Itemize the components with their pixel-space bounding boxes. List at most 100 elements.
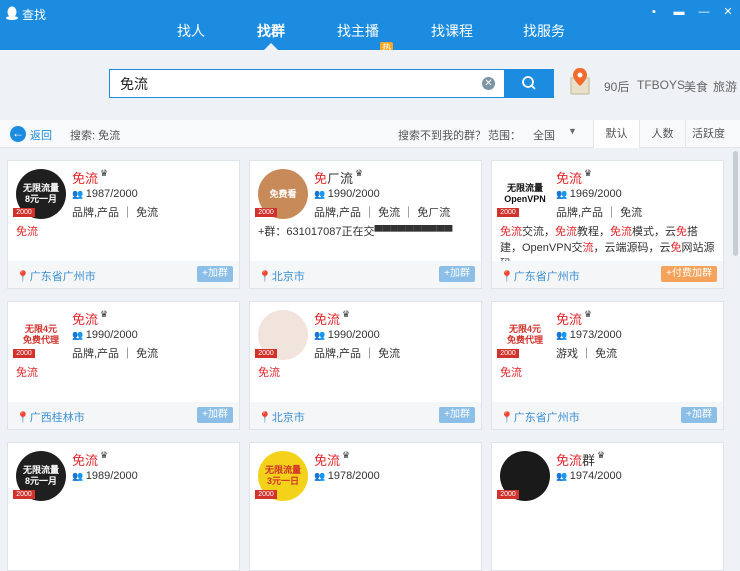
group-location: 📍北京市 <box>258 271 305 283</box>
hot-keyword[interactable]: 90后 <box>604 78 629 95</box>
join-group-button[interactable]: +加群 <box>681 407 717 423</box>
group-name-rest: ㄏ流 <box>327 171 354 186</box>
group-name[interactable]: 免流 ♛ <box>556 309 592 328</box>
member-count: 👥 1989/2000 <box>72 470 138 482</box>
group-card[interactable]: 无限流量 OpenVPN 2000 免流 ♛ 👥 1969/2000 品牌,产品 ｜ 免流… <box>491 160 724 289</box>
join-group-button[interactable]: +加群 <box>197 266 233 282</box>
clear-icon[interactable]: ✕ <box>482 77 495 90</box>
group-card[interactable]: 2000 免流 ♛ 👥 1990/2000 品牌,产品 ｜ 免流 免流 📍北京市 +加群 <box>249 301 482 430</box>
group-level-badge: 2000 <box>13 208 35 217</box>
crown-icon: ♛ <box>100 450 109 460</box>
back-link[interactable]: 返回 <box>30 127 52 143</box>
join-group-button[interactable]: +加群 <box>439 266 475 282</box>
crown-icon: ♛ <box>342 309 351 319</box>
group-level-badge: 2000 <box>255 349 277 358</box>
description-text: 免流 <box>500 226 522 238</box>
members-icon: 👥 <box>72 330 86 340</box>
description-text: 免流 <box>258 367 280 379</box>
group-location: 📍北京市 <box>258 412 305 424</box>
group-name-highlight: 免流 <box>72 453 99 468</box>
group-name[interactable]: 免流 ♛ <box>72 450 108 469</box>
group-description: 免流 <box>500 365 716 381</box>
card-footer: 📍广西桂林市 +加群 <box>8 402 239 429</box>
paid-join-button[interactable]: +付费加群 <box>661 266 717 282</box>
description-text: 教程， <box>577 226 610 238</box>
group-tags: 品牌,产品 ｜ 免流 ｜ 免ㄏ流 <box>314 207 451 219</box>
group-location: 📍广东省广州市 <box>16 271 96 283</box>
group-location: 📍广西桂林市 <box>16 412 85 424</box>
group-name[interactable]: 免流 ♛ <box>314 309 350 328</box>
group-card[interactable]: 2000 免流群 ♛ 👥 1974/2000 <box>491 442 724 571</box>
group-name[interactable]: 免流 ♛ <box>72 309 108 328</box>
tab-find-services[interactable]: 找服务 <box>523 20 565 50</box>
group-level-badge: 2000 <box>497 208 519 217</box>
not-found-link[interactable]: 搜索不到我的群？ <box>398 127 486 143</box>
chevron-down-icon[interactable]: ▼ <box>568 126 577 136</box>
tab-find-groups[interactable]: 找群 <box>257 20 285 50</box>
card-footer: 📍广东省广州市 +加群 <box>8 261 239 288</box>
group-card[interactable]: 无限流量 8元一月 2000 免流 ♛ 👥 1989/2000 <box>7 442 240 571</box>
search-box: ✕ <box>109 69 505 98</box>
group-tags: 品牌,产品 ｜ 免流 <box>314 348 401 360</box>
hot-keyword[interactable]: 美食 <box>684 78 708 95</box>
search-button[interactable] <box>504 69 554 98</box>
group-name[interactable]: 免ㄏ流 ♛ <box>314 168 363 187</box>
search-area: ✕ 90后 TFBOYS 美食 旅游 <box>0 50 740 120</box>
tab-find-streamers[interactable]: 找主播 <box>337 20 379 50</box>
description-text: 免流 <box>555 226 577 238</box>
member-count-value: 1978/2000 <box>327 470 380 482</box>
group-location: 📍广东省广州市 <box>500 271 580 283</box>
range-select[interactable]: 全国 <box>533 127 555 143</box>
tab-find-courses[interactable]: 找课程 <box>431 20 473 50</box>
minimize-button[interactable]: — <box>697 5 711 19</box>
sort-default[interactable]: 默认 <box>593 120 639 148</box>
card-footer: 📍北京市 +加群 <box>250 402 481 429</box>
member-count: 👥 1990/2000 <box>314 188 380 200</box>
description-text: 免流 <box>610 226 632 238</box>
feedback-icon[interactable]: ▪ <box>647 5 661 19</box>
query-label: 搜索: 免流 <box>70 130 121 142</box>
members-icon: 👥 <box>314 471 328 481</box>
group-card[interactable]: 无限4元 免费代理 2000 免流 ♛ 👥 1973/2000 游戏 ｜ 免流 免流 📍广东省… <box>491 301 724 430</box>
member-count-value: 1987/2000 <box>85 188 138 200</box>
filter-bar: ← 返回 搜索: 免流 搜索不到我的群？ 范围： 全国 ▼ 默认 人数 活跃度 <box>0 120 740 148</box>
description-text: 免流 <box>16 367 38 379</box>
join-group-button[interactable]: +加群 <box>439 407 475 423</box>
tab-find-people[interactable]: 找人 <box>177 20 205 50</box>
member-count-value: 1990/2000 <box>85 329 138 341</box>
group-level-badge: 2000 <box>497 349 519 358</box>
skin-icon[interactable]: ▬ <box>672 5 686 19</box>
group-name-highlight: 免 <box>314 171 328 186</box>
group-card[interactable]: 无限流量 8元一月 2000 免流 ♛ 👥 1987/2000 品牌,产品 ｜ 免流 免流 📍… <box>7 160 240 289</box>
close-button[interactable]: ✕ <box>721 5 735 19</box>
group-level-badge: 2000 <box>255 208 277 217</box>
join-group-button[interactable]: +加群 <box>197 407 233 423</box>
member-count-value: 1990/2000 <box>327 188 380 200</box>
group-level-badge: 2000 <box>13 490 35 499</box>
group-card[interactable]: 免费看 2000 免ㄏ流 ♛ 👥 1990/2000 品牌,产品 ｜ 免流 ｜ 免ㄏ流 +群… <box>249 160 482 289</box>
group-name[interactable]: 免流 ♛ <box>72 168 108 187</box>
member-count: 👥 1978/2000 <box>314 470 380 482</box>
members-icon: 👥 <box>556 471 570 481</box>
group-name-highlight: 免流 <box>556 453 583 468</box>
crown-icon: ♛ <box>100 168 109 178</box>
search-input[interactable] <box>110 70 470 97</box>
group-tags: 品牌,产品 ｜ 免流 <box>72 348 159 360</box>
map-pin-icon[interactable] <box>568 66 592 96</box>
group-name[interactable]: 免流群 ♛ <box>556 450 605 469</box>
group-name-highlight: 免流 <box>72 312 99 327</box>
crown-icon: ♛ <box>100 309 109 319</box>
hot-keyword[interactable]: TFBOYS <box>637 78 685 92</box>
group-name[interactable]: 免流 ♛ <box>314 450 350 469</box>
group-card[interactable]: 无限流量 3元一日 2000 免流 ♛ 👥 1978/2000 <box>249 442 482 571</box>
scrollbar-thumb[interactable] <box>733 151 738 256</box>
back-arrow-icon[interactable]: ← <box>10 126 26 142</box>
group-name[interactable]: 免流 ♛ <box>556 168 592 187</box>
group-card[interactable]: 无限4元 免费代理 2000 免流 ♛ 👥 1990/2000 品牌,产品 ｜ 免流 免流 📍… <box>7 301 240 430</box>
hot-keyword[interactable]: 旅游 <box>713 78 737 95</box>
sort-members[interactable]: 人数 <box>639 120 685 148</box>
sort-activity[interactable]: 活跃度 <box>685 120 731 148</box>
description-text: 免流 <box>16 226 38 238</box>
member-count: 👥 1973/2000 <box>556 329 622 341</box>
member-count-value: 1989/2000 <box>85 470 138 482</box>
